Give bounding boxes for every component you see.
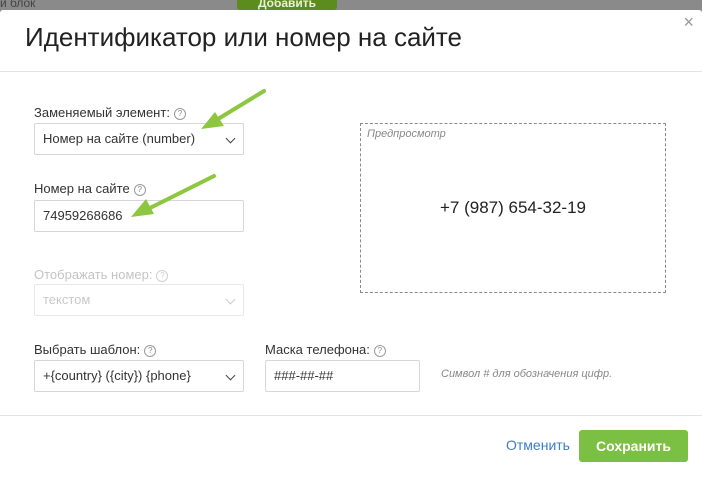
chevron-down-icon [225, 370, 236, 381]
help-icon[interactable]: ? [173, 108, 186, 120]
chevron-down-icon [225, 133, 236, 144]
mask-input[interactable]: ###-##-## [265, 360, 420, 392]
help-icon[interactable]: ? [133, 184, 146, 196]
help-icon[interactable]: ? [144, 345, 157, 357]
chevron-down-icon [225, 294, 236, 305]
cancel-button[interactable]: Отменить [506, 437, 570, 453]
preview-number: +7 (987) 654-32-19 [439, 198, 587, 217]
template-select-value: +{country} ({city}) {phone} [43, 368, 191, 383]
display-select-value: текстом [43, 292, 91, 307]
element-select-value: Номер на сайте (number) [43, 131, 196, 146]
mask-input-value: ###-##-## [274, 368, 334, 383]
help-icon: ? [156, 270, 169, 282]
background-add-button: Добавить [237, 0, 337, 10]
preview-box: Предпросмотр +7 (987) 654-32-19 [360, 123, 666, 293]
header-divider [0, 71, 702, 72]
display-label: Отображать номер:? [34, 267, 169, 282]
footer-divider [0, 415, 702, 416]
number-input-value: 74959268686 [43, 208, 123, 223]
template-label: Выбрать шаблон:? [34, 342, 157, 357]
close-icon[interactable]: × [683, 12, 694, 32]
mask-label: Маска телефона:? [265, 342, 386, 357]
preview-label: Предпросмотр [367, 128, 446, 140]
mask-hint: Символ # для обозначения цифр. [441, 368, 613, 380]
template-select[interactable]: +{country} ({city}) {phone} [34, 360, 244, 392]
element-select[interactable]: Номер на сайте (number) [34, 123, 244, 155]
modal-dialog: × Идентификатор или номер на сайте Замен… [0, 10, 702, 479]
background-label: й блок [0, 0, 36, 10]
number-label: Номер на сайте? [34, 181, 146, 196]
number-input[interactable]: 74959268686 [34, 200, 244, 232]
help-icon[interactable]: ? [373, 345, 386, 357]
save-button[interactable]: Сохранить [579, 430, 688, 462]
modal-title: Идентификатор или номер на сайте [25, 22, 462, 52]
display-select: текстом [34, 284, 244, 316]
element-label: Заменяемый элемент:? [34, 105, 186, 120]
